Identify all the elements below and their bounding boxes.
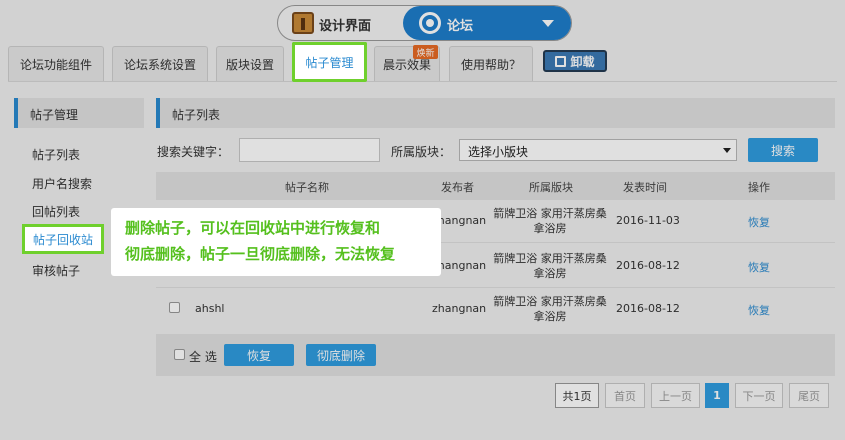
app-window: 设计界面 论坛 论坛功能组件 论坛系统设置 版块设置 帖子管理 晨示效果 焕新 … [0,0,845,440]
tab-post-management-highlight[interactable]: 帖子管理 [292,42,367,82]
callout-line-2: 彻底删除，帖子一旦彻底删除，无法恢复 [125,245,396,263]
callout-line-1: 删除帖子，可以在回收站中进行恢复和 [125,219,381,237]
tutorial-callout: 删除帖子，可以在回收站中进行恢复和 彻底删除，帖子一旦彻底删除，无法恢复 [111,208,441,276]
sidebar-item-recycle-bin-highlight[interactable]: 帖子回收站 [22,224,104,254]
